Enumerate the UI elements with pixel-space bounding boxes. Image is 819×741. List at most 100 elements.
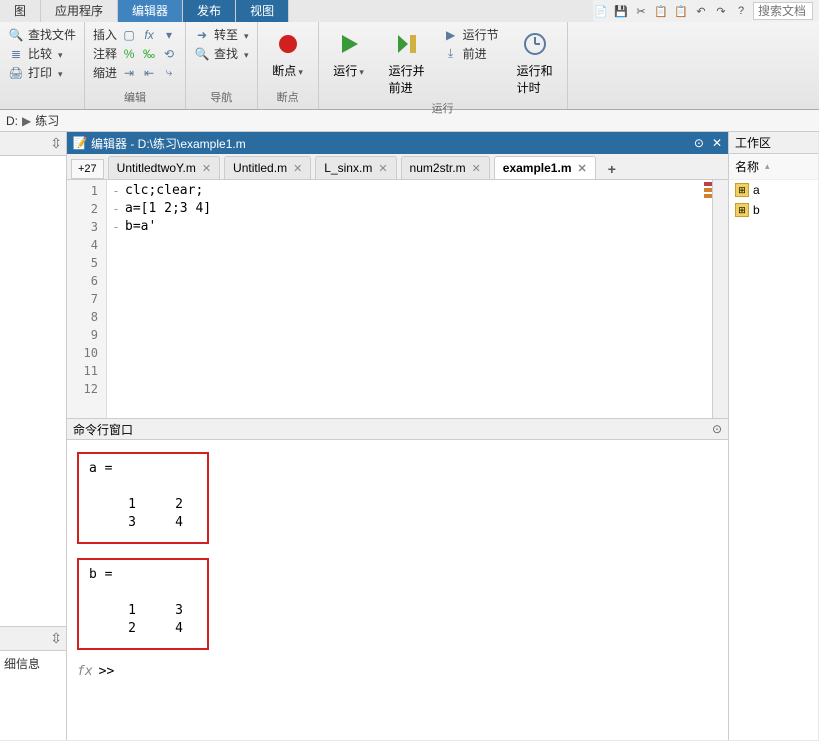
save-icon[interactable]: 💾: [613, 3, 629, 19]
editor-titlebar: 📝 编辑器 - D:\练习\example1.m ⊙ ✕: [67, 132, 728, 154]
find-button[interactable]: 🔍查找: [194, 45, 249, 62]
left-panel: ⇳ ⇳ 细信息: [0, 132, 67, 740]
quick-access: 📄 💾 ✂ 📋 📋 ↶ ↷ ?: [593, 0, 819, 22]
command-window-title: 命令行窗口 ⊙: [67, 418, 728, 440]
ribbon-group-nav: ➜转至 🔍查找 导航: [186, 22, 258, 109]
ribbon-label-nav: 导航: [194, 89, 249, 105]
center-panel: 📝 编辑器 - D:\练习\example1.m ⊙ ✕ +27 Untitle…: [67, 132, 729, 740]
tab-publish[interactable]: 发布: [183, 0, 236, 22]
help-icon[interactable]: ?: [733, 3, 749, 19]
tab-close-icon[interactable]: ✕: [378, 162, 387, 175]
code-text[interactable]: clc;clear; a=[1 2;3 4] b=a': [125, 180, 702, 418]
copy-icon[interactable]: 📋: [653, 3, 669, 19]
tab-apps[interactable]: 应用程序: [41, 0, 118, 22]
redo-icon[interactable]: ↷: [713, 3, 729, 19]
file-tab-3[interactable]: num2str.m✕: [401, 156, 490, 179]
ribbon-group-edit: 插入 ▢fx▾ 注释 %‰⟲ 缩进 ⇥⇤⤷ 编辑: [85, 22, 186, 109]
command-window[interactable]: a = 1 2 3 4 b = 1 3 2 4 fx >>: [67, 440, 728, 740]
tab-count[interactable]: +27: [71, 159, 104, 179]
file-tab-1[interactable]: Untitled.m✕: [224, 156, 311, 179]
cut-icon[interactable]: ✂: [633, 3, 649, 19]
variable-icon: ⊞: [735, 183, 749, 197]
breakpoint-icon: [272, 28, 304, 60]
left-collapsed-tab[interactable]: ⇳: [0, 132, 66, 156]
section-icon: ▢: [121, 27, 137, 43]
ribbon-label-edit: 编辑: [93, 89, 177, 105]
search-input[interactable]: [753, 2, 813, 20]
print-button[interactable]: 🖨打印: [8, 64, 76, 81]
goto-icon: ➜: [194, 27, 210, 43]
new-tab-button[interactable]: +: [600, 159, 624, 179]
fx-prompt-icon: fx: [77, 664, 93, 679]
detail-info-label: 细信息: [0, 650, 66, 740]
tab-close-icon[interactable]: ✕: [472, 162, 481, 175]
file-tab-2[interactable]: L_sinx.m✕: [315, 156, 396, 179]
run-advance-icon: [391, 28, 423, 60]
workspace-var-a[interactable]: ⊞a: [729, 180, 818, 200]
insert-button[interactable]: 插入 ▢fx▾: [93, 26, 177, 43]
run-section-button[interactable]: ▶运行节: [443, 26, 499, 43]
run-advance-button[interactable]: 运行并 前进: [383, 26, 431, 98]
run-button[interactable]: 运行: [327, 26, 371, 98]
minimize-icon[interactable]: ⊙: [694, 136, 704, 150]
outdent-icon: ⇤: [141, 65, 157, 81]
editor-title: 编辑器 - D:\练习\example1.m: [91, 135, 246, 152]
run-section-icon: ▶: [443, 27, 459, 43]
output-box-a: a = 1 2 3 4: [77, 452, 209, 544]
line-gutter: 123456789101112: [67, 180, 107, 418]
find-files-button[interactable]: 🔍查找文件: [8, 26, 76, 43]
clock-icon: [519, 28, 551, 60]
comment-pct-icon: %: [121, 46, 137, 62]
tab-view[interactable]: 视图: [236, 0, 289, 22]
file-tab-4[interactable]: example1.m✕: [494, 156, 596, 179]
workspace-title: 工作区: [729, 132, 818, 154]
comment-button[interactable]: 注释 %‰⟲: [93, 45, 177, 62]
editor-area[interactable]: 123456789101112 --- clc;clear; a=[1 2;3 …: [67, 180, 728, 418]
compare-icon: ≣: [8, 46, 24, 62]
run-time-button[interactable]: 运行和 计时: [511, 26, 559, 98]
wrap-comment-icon: ⟲: [161, 46, 177, 62]
tab-tu[interactable]: 图: [0, 0, 41, 22]
command-prompt[interactable]: fx >>: [77, 664, 718, 679]
ribbon-label-run: 运行: [327, 100, 559, 116]
print-icon: 🖨: [8, 65, 24, 81]
find-icon: 🔍: [194, 46, 210, 62]
break-gutter[interactable]: ---: [107, 180, 125, 418]
find-files-icon: 🔍: [8, 27, 24, 43]
chevron-updown-icon: ⇳: [50, 630, 62, 647]
workspace-var-b[interactable]: ⊞b: [729, 200, 818, 220]
tab-close-icon[interactable]: ✕: [202, 162, 211, 175]
path-folder[interactable]: 练习: [35, 112, 59, 129]
editor-scrollbar[interactable]: [712, 180, 728, 418]
left-collapsed-tab-2[interactable]: ⇳: [0, 626, 66, 650]
goto-button[interactable]: ➜转至: [194, 26, 249, 43]
ribbon-group-run: 运行 运行并 前进 ▶运行节 ⤓前进 运行和 计时 运行: [319, 22, 568, 109]
tab-editor[interactable]: 编辑器: [118, 0, 183, 22]
ribbon: 🔍查找文件 ≣比较 🖨打印 插入 ▢fx▾ 注释 %‰⟲ 缩进 ⇥⇤⤷ 编辑 ➜…: [0, 22, 819, 110]
chevron-updown-icon: ⇳: [50, 135, 62, 152]
workspace-name-header[interactable]: 名称: [729, 154, 818, 180]
tab-close-icon[interactable]: ✕: [293, 162, 302, 175]
close-icon[interactable]: ✕: [712, 136, 722, 150]
workspace-panel: 工作区 名称 ⊞a ⊞b: [729, 132, 818, 740]
file-tab-0[interactable]: UntitledtwoY.m✕: [108, 156, 220, 179]
advance-icon: ⤓: [443, 46, 459, 62]
undo-icon[interactable]: ↶: [693, 3, 709, 19]
new-doc-icon[interactable]: 📄: [593, 3, 609, 19]
smart-indent-icon: ⤷: [161, 65, 177, 81]
path-sep-icon: ▶: [22, 114, 31, 128]
ribbon-group-files: 🔍查找文件 ≣比较 🖨打印: [0, 22, 85, 109]
variable-icon: ⊞: [735, 203, 749, 217]
compare-button[interactable]: ≣比较: [8, 45, 76, 62]
editor-doc-icon: 📝: [73, 136, 87, 150]
file-tabs: +27 UntitledtwoY.m✕ Untitled.m✕ L_sinx.m…: [67, 154, 728, 180]
tab-close-icon[interactable]: ✕: [578, 162, 587, 175]
paste-icon[interactable]: 📋: [673, 3, 689, 19]
fx-icon: fx: [141, 27, 157, 43]
indent-button[interactable]: 缩进 ⇥⇤⤷: [93, 64, 177, 81]
chevron-down-icon[interactable]: ⊙: [712, 422, 722, 436]
breakpoints-button[interactable]: 断点: [266, 26, 310, 87]
advance-button[interactable]: ⤓前进: [443, 45, 499, 62]
path-drive[interactable]: D:: [6, 114, 18, 128]
code-markers: [702, 180, 712, 418]
